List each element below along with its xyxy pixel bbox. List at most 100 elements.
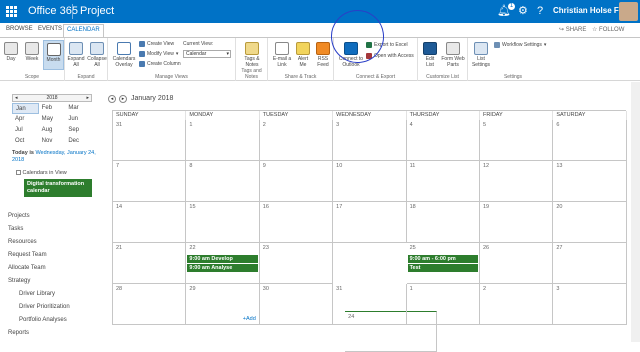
modify-view-button[interactable]: Modify View ▾ xyxy=(139,51,178,57)
week-button[interactable]: Week xyxy=(23,42,41,62)
day-cell[interactable]: 8 xyxy=(186,161,260,202)
month-aug[interactable]: Aug xyxy=(39,125,66,136)
month-may[interactable]: May xyxy=(39,114,66,125)
prev-year-icon[interactable]: ◂ xyxy=(15,95,18,102)
form-web-parts-button[interactable]: Form Web Parts xyxy=(440,42,466,68)
customize-group-label: Customize List xyxy=(426,74,459,80)
current-view-select[interactable]: Calendar ▾ xyxy=(183,50,231,58)
create-view-button[interactable]: Create View xyxy=(139,41,174,47)
day-cell[interactable]: 11 xyxy=(406,161,480,202)
month-mar[interactable]: Mar xyxy=(65,103,92,114)
day-cell[interactable]: 5 xyxy=(479,120,554,161)
email-link-button[interactable]: E-mail a Link xyxy=(272,42,292,68)
day-cell[interactable]: 25 9:00 am - 6:00 pm Test xyxy=(406,243,480,284)
workflow-icon xyxy=(494,42,500,48)
app-launcher-icon[interactable] xyxy=(0,0,23,23)
edit-list-button[interactable]: Edit List xyxy=(422,42,438,68)
day-cell[interactable]: 10 xyxy=(333,161,407,202)
day-cell[interactable]: 14 xyxy=(113,202,187,243)
day-cell[interactable]: 3 xyxy=(553,284,627,325)
alert-me-button[interactable]: Alert Me xyxy=(294,42,312,68)
tab-calendar[interactable]: CALENDAR xyxy=(63,24,104,37)
avatar[interactable] xyxy=(619,2,638,21)
day-cell[interactable]: 28 xyxy=(113,284,187,325)
day-cell[interactable]: 6 xyxy=(553,120,627,161)
day-cell[interactable]: 1 xyxy=(406,284,480,325)
nav-resources[interactable]: Resources xyxy=(8,239,37,245)
day-cell[interactable]: 16 xyxy=(259,202,334,243)
day-cell[interactable]: 30 xyxy=(259,284,334,325)
day-cell[interactable]: 3 xyxy=(333,120,407,161)
day-cell[interactable]: 23 xyxy=(259,243,334,284)
next-month-button[interactable]: ▸ xyxy=(119,95,127,103)
month-sep[interactable]: Sep xyxy=(65,125,92,136)
tags-notes-button[interactable]: Tags & Notes xyxy=(240,42,264,68)
day-cell[interactable]: 31 xyxy=(113,120,187,161)
day-cell[interactable]: 12 xyxy=(479,161,554,202)
month-dec[interactable]: Dec xyxy=(65,136,92,147)
day-cell[interactable]: 13 xyxy=(553,161,627,202)
day-cell[interactable]: 20 xyxy=(553,202,627,243)
create-column-button[interactable]: Create Column xyxy=(139,61,181,67)
help-icon[interactable]: ? xyxy=(537,4,543,18)
day-cell[interactable]: 2 xyxy=(479,284,554,325)
nav-tasks[interactable]: Tasks xyxy=(8,226,23,232)
nav-strategy[interactable]: Strategy xyxy=(8,278,30,284)
day-cell[interactable]: 7 xyxy=(113,161,187,202)
month-jun[interactable]: Jun xyxy=(65,114,92,125)
share-button[interactable]: ↪ SHARE xyxy=(559,26,586,33)
workflow-settings-button[interactable]: Workflow Settings ▾ xyxy=(494,42,546,48)
vertical-scrollbar[interactable] xyxy=(631,82,640,342)
tab-events[interactable]: EVENTS xyxy=(38,26,62,32)
event-test[interactable]: Test xyxy=(407,264,478,272)
month-oct[interactable]: Oct xyxy=(12,136,39,147)
collapse-all-button[interactable]: Collapse All xyxy=(87,42,107,68)
day-cell[interactable]: 2 xyxy=(259,120,334,161)
next-year-icon[interactable]: ▸ xyxy=(86,95,89,102)
follow-button[interactable]: ☆ FOLLOW xyxy=(592,26,624,33)
expand-all-button[interactable]: Expand All xyxy=(67,42,85,68)
month-nov[interactable]: Nov xyxy=(39,136,66,147)
tab-browse[interactable]: BROWSE xyxy=(6,26,33,32)
nav-projects[interactable]: Projects xyxy=(8,213,30,219)
day-cell[interactable]: 17 xyxy=(333,202,407,243)
digital-transformation-calendar[interactable]: Digital transformation calendar xyxy=(24,179,92,197)
site-title[interactable]: Project xyxy=(80,5,114,17)
day-cell[interactable]: 19 xyxy=(479,202,554,243)
month-feb[interactable]: Feb xyxy=(39,103,66,114)
month-jul[interactable]: Jul xyxy=(12,125,39,136)
nav-allocate-team[interactable]: Allocate Team xyxy=(8,265,46,271)
day-cell[interactable]: 21 xyxy=(113,243,187,284)
nav-request-team[interactable]: Request Team xyxy=(8,252,47,258)
calendars-overlay-button[interactable]: Calendars Overlay xyxy=(111,42,137,68)
day-cell[interactable]: 18 xyxy=(406,202,480,243)
day-cell[interactable]: 15 xyxy=(186,202,260,243)
month-jan[interactable]: Jan xyxy=(12,103,39,114)
rss-feed-button[interactable]: RSS Feed xyxy=(314,42,332,68)
nav-portfolio-analyses[interactable]: Portfolio Analyses xyxy=(19,317,67,323)
gear-icon[interactable]: ⚙ xyxy=(518,4,528,18)
day-cell[interactable]: 9 xyxy=(259,161,334,202)
ribbon: Day Week Month Scope Expand All Collapse… xyxy=(0,37,640,81)
month-button[interactable]: Month xyxy=(43,40,64,70)
event-test-time[interactable]: 9:00 am - 6:00 pm xyxy=(407,255,478,263)
event-analyse[interactable]: 9:00 am Analyse xyxy=(187,264,258,272)
nav-driver-library[interactable]: Driver Library xyxy=(19,291,55,297)
month-apr[interactable]: Apr xyxy=(12,114,39,125)
day-cell[interactable]: 22 9:00 am Develop 9:00 am Analyse xyxy=(186,243,260,284)
day-cell[interactable]: 1 xyxy=(186,120,260,161)
day-button[interactable]: Day xyxy=(3,42,19,62)
day-cell[interactable]: 29 +Add xyxy=(186,284,260,325)
add-event-link[interactable]: +Add xyxy=(243,316,256,322)
nav-reports[interactable]: Reports xyxy=(8,330,29,336)
day-cell[interactable]: 31 xyxy=(333,284,407,325)
prev-month-button[interactable]: ◂ xyxy=(108,95,116,103)
day-cell[interactable]: 4 xyxy=(406,120,480,161)
day-cell[interactable]: 26 xyxy=(479,243,554,284)
calendar-toggle-icon[interactable] xyxy=(16,170,21,176)
office365-brand[interactable]: Office 365 xyxy=(28,5,78,17)
event-develop[interactable]: 9:00 am Develop xyxy=(187,255,258,263)
list-settings-button[interactable]: List Settings xyxy=(471,42,491,68)
nav-driver-prioritization[interactable]: Driver Prioritization xyxy=(19,304,70,310)
day-cell[interactable]: 27 xyxy=(553,243,627,284)
